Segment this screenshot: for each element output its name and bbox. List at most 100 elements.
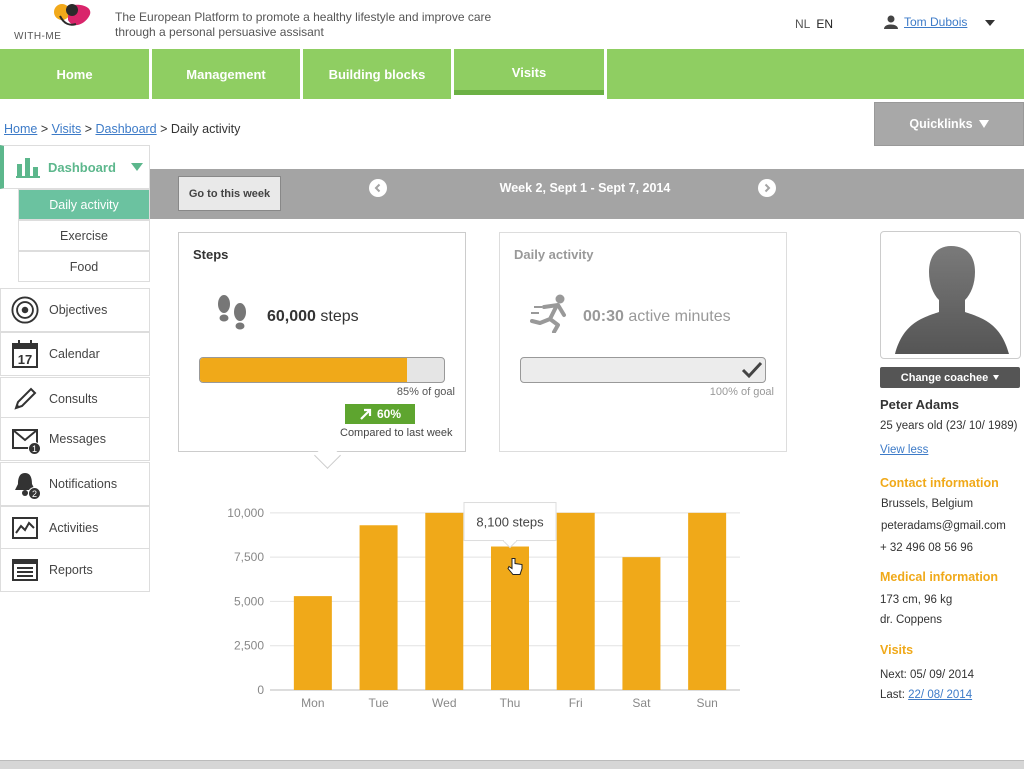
x-tick-label: Tue xyxy=(368,696,389,710)
tagline-line-2: through a personal persuasive assisant xyxy=(115,25,324,39)
y-tick-label: 0 xyxy=(257,683,264,697)
main-nav: Home Management Building blocks Visits xyxy=(0,49,1024,99)
sidebar-item-label: Calendar xyxy=(49,347,100,361)
chart-bar-fri[interactable] xyxy=(556,512,595,690)
person-silhouette-icon xyxy=(895,246,1009,354)
chart-bar-wed[interactable] xyxy=(425,512,464,690)
breadcrumb-dashboard[interactable]: Dashboard xyxy=(95,122,156,136)
lang-en[interactable]: EN xyxy=(816,17,833,31)
quicklinks-button[interactable]: Quicklinks xyxy=(874,102,1024,146)
user-name-link[interactable]: Tom Dubois xyxy=(904,15,967,29)
activity-value-line: 00:30 active minutes xyxy=(583,308,731,326)
user-menu[interactable]: Tom Dubois xyxy=(884,15,967,29)
breadcrumb: Home > Visits > Dashboard > Daily activi… xyxy=(4,122,241,136)
week-label: Week 2, Sept 1 - Sept 7, 2014 xyxy=(499,181,671,195)
sidebar-item-label: Reports xyxy=(49,563,93,577)
visits-last-date-link[interactable]: 22/ 08/ 2014 xyxy=(908,689,972,701)
contact-phone: + 32 496 08 56 96 xyxy=(880,542,974,554)
notifications-badge: 2 xyxy=(28,487,41,500)
medical-doctor: dr. Coppens xyxy=(880,614,943,626)
change-coachee-label: Change coachee xyxy=(900,371,989,384)
activity-value: 00:30 xyxy=(583,308,624,325)
tab-management[interactable]: Management xyxy=(152,49,300,99)
steps-card-title: Steps xyxy=(193,247,229,262)
chevron-down-icon xyxy=(993,375,1000,380)
sidebar-sub-daily-activity[interactable]: Daily activity xyxy=(18,189,150,220)
bottom-rule xyxy=(0,760,1024,769)
sidebar-sub-exercise[interactable]: Exercise xyxy=(18,220,150,251)
sidebar-item-label: Consults xyxy=(49,392,98,406)
sidebar-item-calendar[interactable]: 17 Calendar xyxy=(0,332,150,376)
contact-email: peteradams@gmail.com xyxy=(881,520,1006,532)
user-icon xyxy=(884,15,898,29)
chart-bar-sat[interactable] xyxy=(622,557,661,690)
activity-unit: active minutes xyxy=(628,308,731,325)
sidebar-sub-food[interactable]: Food xyxy=(18,251,150,282)
checkmark-icon xyxy=(741,361,763,379)
x-tick-label: Sat xyxy=(632,696,651,710)
bell-icon: 2 xyxy=(11,470,41,500)
chart-bar-tue[interactable] xyxy=(359,525,398,690)
calendar-icon-text: 17 xyxy=(18,352,32,367)
breadcrumb-home[interactable]: Home xyxy=(4,122,37,136)
sidebar-item-dashboard[interactable]: Dashboard xyxy=(0,145,150,189)
view-less-link[interactable]: View less xyxy=(880,444,928,456)
messages-badge: 1 xyxy=(28,442,41,455)
steps-value-line: 60,000 steps xyxy=(267,308,359,326)
sidebar-item-objectives[interactable]: Objectives xyxy=(0,288,150,332)
activity-progress-bar xyxy=(520,357,766,383)
chart-tooltip-pointer-mask xyxy=(504,539,516,542)
x-tick-label: Fri xyxy=(569,696,583,710)
x-tick-label: Mon xyxy=(301,696,324,710)
footprints-icon xyxy=(218,295,246,330)
steps-goal-text: 85% of goal xyxy=(396,386,455,398)
chart-bar-mon[interactable] xyxy=(293,596,332,690)
tagline-line-1: The European Platform to promote a healt… xyxy=(115,10,492,24)
tab-visits[interactable]: Visits xyxy=(454,49,604,99)
compare-value: 60% xyxy=(376,407,402,421)
y-tick-label: 5,000 xyxy=(234,594,264,608)
sidebar-item-label: Activities xyxy=(49,521,99,535)
previous-week-button[interactable] xyxy=(369,179,387,197)
sidebar-item-reports[interactable]: Reports xyxy=(0,548,150,592)
x-tick-label: Thu xyxy=(500,696,521,710)
breadcrumb-visits[interactable]: Visits xyxy=(52,122,82,136)
chart-tooltip-pointer xyxy=(501,540,519,549)
steps-unit: steps xyxy=(320,308,359,325)
quicklinks-label: Quicklinks xyxy=(909,117,973,131)
sidebar-item-label: Messages xyxy=(49,432,106,446)
sidebar-item-label: Objectives xyxy=(49,303,108,317)
runner-icon xyxy=(530,294,566,333)
tab-building-blocks[interactable]: Building blocks xyxy=(303,49,451,99)
breadcrumb-current: Daily activity xyxy=(170,122,241,136)
arrow-up-right-icon xyxy=(360,408,372,420)
daily-activity-card[interactable]: Daily activity 00:30 active minutes 100%… xyxy=(499,232,787,452)
next-week-button[interactable] xyxy=(758,179,776,197)
chevron-down-icon[interactable] xyxy=(131,163,143,171)
sidebar-item-label: Dashboard xyxy=(48,159,116,175)
coachee-age: 25 years old (23/ 10/ 1989) xyxy=(880,420,1018,432)
tagline: The European Platform to promote a healt… xyxy=(115,10,535,40)
go-to-this-week-button[interactable]: Go to this week xyxy=(178,176,281,211)
chevron-right-icon xyxy=(764,183,771,193)
compare-badge: 60% xyxy=(345,404,415,424)
compare-text: Compared to last week xyxy=(340,427,453,439)
sidebar-item-consults[interactable]: Consults xyxy=(0,377,150,421)
steps-progress-bar xyxy=(199,357,445,383)
user-menu-caret-icon[interactable] xyxy=(985,20,995,26)
chart-bar-sun[interactable] xyxy=(688,512,727,690)
steps-card[interactable]: Steps 60,000 steps 85% of goal 60% Compa… xyxy=(178,232,466,452)
report-icon xyxy=(11,556,39,584)
steps-value: 60,000 xyxy=(267,308,316,325)
lang-nl[interactable]: NL xyxy=(795,17,810,31)
change-coachee-button[interactable]: Change coachee xyxy=(880,367,1020,388)
x-tick-label: Wed xyxy=(432,696,456,710)
visits-last-label: Last: xyxy=(880,689,905,701)
sidebar-item-messages[interactable]: 1 Messages xyxy=(0,417,150,461)
x-tick-label: Sun xyxy=(696,696,717,710)
steps-progress-fill xyxy=(200,358,408,382)
tab-home[interactable]: Home xyxy=(0,49,149,99)
chart-tooltip-text: 8,100 steps xyxy=(476,515,544,530)
sidebar-item-notifications[interactable]: 2 Notifications xyxy=(0,462,150,506)
sidebar-item-activities[interactable]: Activities xyxy=(0,506,150,550)
